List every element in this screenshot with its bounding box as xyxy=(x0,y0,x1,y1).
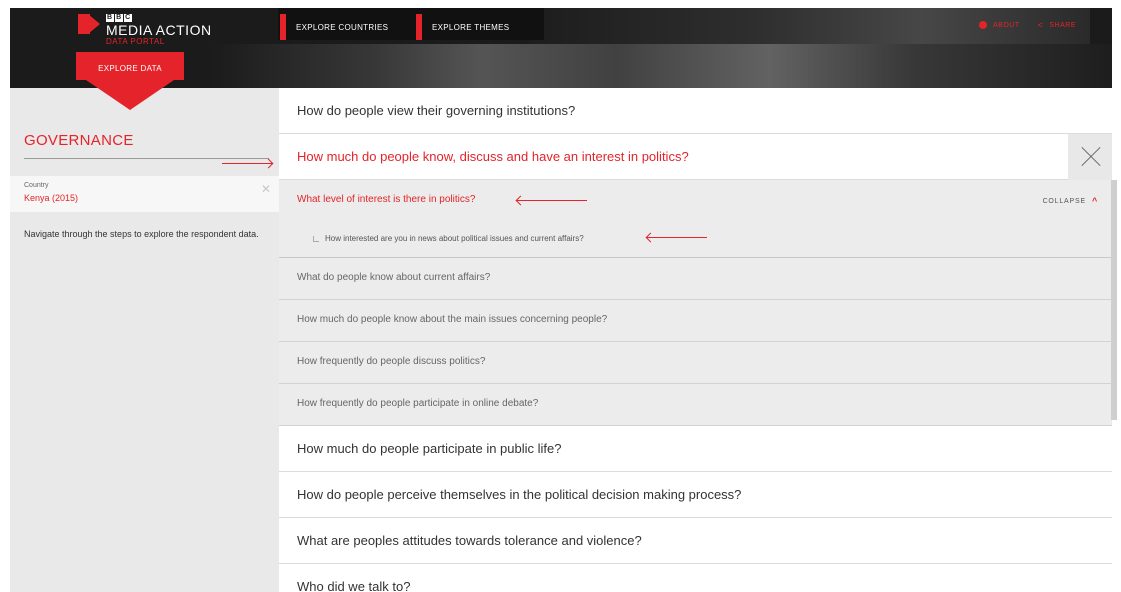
header-actions: ABOUT < SHARE xyxy=(978,20,1076,30)
annotation-arrow xyxy=(647,237,707,238)
clear-country-icon[interactable]: ✕ xyxy=(261,182,271,196)
divider xyxy=(24,158,269,159)
sub-question-row[interactable]: What do people know about current affair… xyxy=(279,258,1112,300)
close-question-button[interactable] xyxy=(1068,134,1112,180)
annotation-arrow xyxy=(222,163,272,164)
country-label: Country xyxy=(24,182,49,189)
nav-label: EXPLORE COUNTRIES xyxy=(296,22,389,32)
question-row[interactable]: How do people view their governing insti… xyxy=(279,88,1112,134)
questions-panel: How do people view their governing insti… xyxy=(279,88,1112,592)
logo[interactable]: BBC MEDIA ACTION DATA PORTAL xyxy=(78,14,212,46)
nav-explore-themes[interactable]: EXPLORE THEMES xyxy=(416,14,509,40)
theme-title: GOVERNANCE xyxy=(24,132,134,149)
logo-subtitle: DATA PORTAL xyxy=(106,37,165,46)
chevron-up-icon: ^ xyxy=(1091,196,1098,206)
navigation-hint: Navigate through the steps to explore th… xyxy=(24,229,259,239)
bbc-logo: BBC xyxy=(106,14,133,22)
question-row-active[interactable]: How much do people know, discuss and hav… xyxy=(279,134,1112,180)
sub-question-list: What level of interest is there in polit… xyxy=(279,180,1112,426)
explore-data-button[interactable]: EXPLORE DATA xyxy=(76,52,184,112)
about-link[interactable]: ABOUT xyxy=(978,20,1020,30)
annotation-arrow xyxy=(517,200,587,201)
nav-bar-marker xyxy=(416,14,422,40)
share-icon: < xyxy=(1037,20,1044,30)
question-row[interactable]: How do people perceive themselves in the… xyxy=(279,472,1112,518)
logo-name: MEDIA ACTION xyxy=(106,22,212,38)
collapse-button[interactable]: COLLAPSE ^ xyxy=(1043,196,1098,206)
data-item[interactable]: How interested are you in news about pol… xyxy=(313,234,584,243)
sub-question-expanded[interactable]: What level of interest is there in polit… xyxy=(279,180,1112,258)
sub-question-row[interactable]: How frequently do people participate in … xyxy=(279,384,1112,426)
explore-pointer xyxy=(86,80,174,110)
nav-label: EXPLORE THEMES xyxy=(432,22,510,32)
question-row[interactable]: What are peoples attitudes towards toler… xyxy=(279,518,1112,564)
nav-bar-marker xyxy=(280,14,286,40)
info-icon xyxy=(978,21,987,29)
question-row[interactable]: How much do people participate in public… xyxy=(279,426,1112,472)
question-row[interactable]: Who did we talk to? xyxy=(279,564,1112,592)
share-link[interactable]: < SHARE xyxy=(1038,20,1076,30)
country-value[interactable]: Kenya (2015) xyxy=(24,193,78,203)
country-filter: Country Kenya (2015) ✕ xyxy=(10,176,279,212)
scrollbar[interactable] xyxy=(1111,180,1117,420)
sub-question-row[interactable]: How much do people know about the main i… xyxy=(279,300,1112,342)
nav-explore-countries[interactable]: EXPLORE COUNTRIES xyxy=(280,14,388,40)
sub-question-row[interactable]: How frequently do people discuss politic… xyxy=(279,342,1112,384)
sidebar: GOVERNANCE Country Kenya (2015) ✕ Naviga… xyxy=(10,88,279,592)
chart-icon xyxy=(313,235,319,242)
header-photo-lower xyxy=(210,44,1112,88)
logo-mark-icon xyxy=(78,14,100,34)
